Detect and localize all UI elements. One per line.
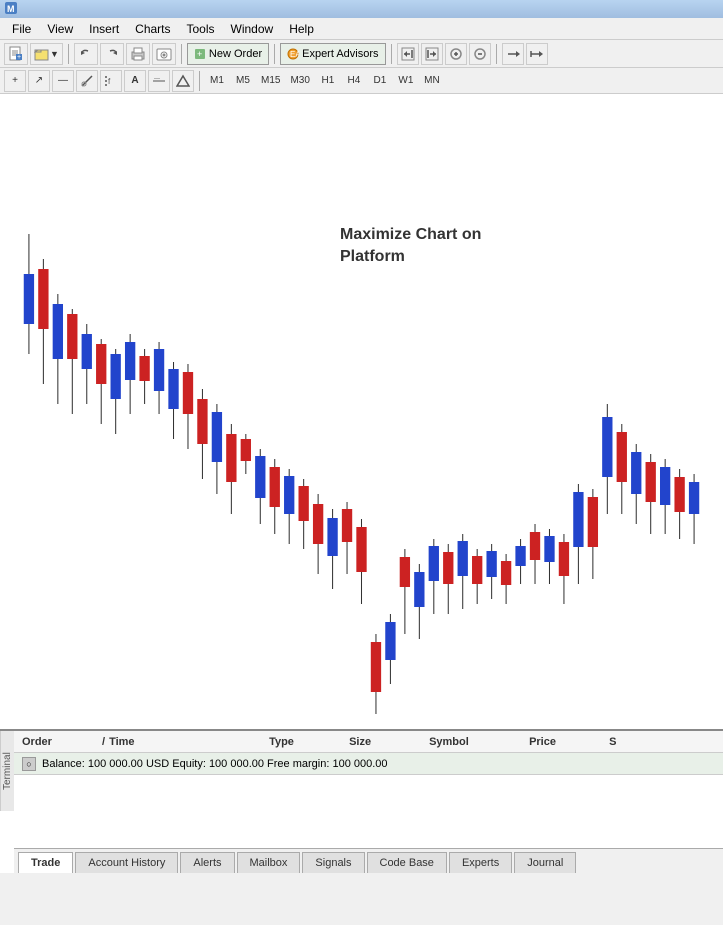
undo-button[interactable] xyxy=(74,43,98,65)
scroll-right-button[interactable] xyxy=(421,43,443,65)
tab-account-history[interactable]: Account History xyxy=(75,852,178,873)
col-s: S xyxy=(609,736,649,748)
print-button[interactable] xyxy=(126,43,150,65)
line-button[interactable]: — xyxy=(52,70,74,92)
toolbar-drawing: + ↗ — f A --- M1 M5 M15 M30 H1 H4 D1 W1 … xyxy=(0,68,723,94)
menu-tools[interactable]: Tools xyxy=(179,20,223,38)
tf-m15[interactable]: M15 xyxy=(257,71,284,91)
tab-code-base[interactable]: Code Base xyxy=(367,852,447,873)
tf-m30[interactable]: M30 xyxy=(286,71,313,91)
tf-h1[interactable]: H1 xyxy=(316,71,340,91)
menu-view[interactable]: View xyxy=(39,20,81,38)
col-slash: / xyxy=(102,736,105,748)
col-type: Type xyxy=(269,736,349,748)
tab-trade[interactable]: Trade xyxy=(18,852,73,873)
tf-h4[interactable]: H4 xyxy=(342,71,366,91)
col-time: Time xyxy=(109,736,269,748)
tf-m1[interactable]: M1 xyxy=(205,71,229,91)
tab-experts[interactable]: Experts xyxy=(449,852,512,873)
col-symbol: Symbol xyxy=(429,736,529,748)
expert-advisors-label: Expert Advisors xyxy=(302,48,378,60)
svg-text:EA: EA xyxy=(290,50,299,59)
menu-insert[interactable]: Insert xyxy=(81,20,127,38)
tf-mn[interactable]: MN xyxy=(420,71,444,91)
app-icon: M xyxy=(4,1,18,18)
toolbar-main: + ▼ xyxy=(0,40,723,68)
svg-text:f: f xyxy=(108,77,111,86)
terminal-panel: Terminal Order / Time Type Size Symbol P… xyxy=(0,729,723,873)
chart-forward-button[interactable] xyxy=(502,43,524,65)
bottom-tabs: Trade Account History Alerts Mailbox Sig… xyxy=(14,848,723,873)
chart-area: Maximize Chart on Platform xyxy=(0,94,723,729)
period-sep-button[interactable]: f xyxy=(100,70,122,92)
col-order: Order xyxy=(22,736,102,748)
terminal-columns: Order / Time Type Size Symbol Price S xyxy=(14,731,723,753)
chart-end-button[interactable] xyxy=(526,43,548,65)
tab-journal[interactable]: Journal xyxy=(514,852,576,873)
menu-charts[interactable]: Charts xyxy=(127,20,178,38)
balance-row: ○ Balance: 100 000.00 USD Equity: 100 00… xyxy=(14,753,723,775)
arrow-button[interactable]: ↗ xyxy=(28,70,50,92)
candlestick-chart[interactable] xyxy=(0,94,723,729)
terminal-body xyxy=(14,775,723,848)
tab-signals[interactable]: Signals xyxy=(302,852,364,873)
menu-window[interactable]: Window xyxy=(223,20,282,38)
open-button[interactable]: ▼ xyxy=(30,43,63,65)
expert-advisors-button[interactable]: EA Expert Advisors xyxy=(280,43,385,65)
svg-text:---: --- xyxy=(154,76,160,82)
new-chart-button[interactable]: + xyxy=(4,43,28,65)
svg-text:M: M xyxy=(7,4,15,14)
col-size: Size xyxy=(349,736,429,748)
tf-m5[interactable]: M5 xyxy=(231,71,255,91)
svg-text:+: + xyxy=(197,49,202,59)
tf-w1[interactable]: W1 xyxy=(394,71,418,91)
title-bar: M xyxy=(0,0,723,18)
col-price: Price xyxy=(529,736,609,748)
more-tools-button[interactable] xyxy=(172,70,194,92)
tab-mailbox[interactable]: Mailbox xyxy=(237,852,301,873)
menu-file[interactable]: File xyxy=(4,20,39,38)
new-order-label: New Order xyxy=(209,48,262,60)
redo-button[interactable] xyxy=(100,43,124,65)
terminal-close-button[interactable]: ○ xyxy=(22,757,36,771)
new-order-button[interactable]: + New Order xyxy=(187,43,269,65)
screenshot-button[interactable] xyxy=(152,43,176,65)
crosshair-button[interactable]: + xyxy=(4,70,26,92)
menu-bar: File View Insert Charts Tools Window Hel… xyxy=(0,18,723,40)
scroll-left-button[interactable] xyxy=(397,43,419,65)
menu-help[interactable]: Help xyxy=(281,20,322,38)
terminal-side-label: Terminal xyxy=(0,731,14,811)
zoom-out-button[interactable] xyxy=(469,43,491,65)
text-button[interactable]: A xyxy=(124,70,146,92)
tf-d1[interactable]: D1 xyxy=(368,71,392,91)
balance-text: Balance: 100 000.00 USD Equity: 100 000.… xyxy=(42,758,388,770)
svg-text:+: + xyxy=(17,54,21,61)
tab-alerts[interactable]: Alerts xyxy=(180,852,234,873)
draw-button[interactable] xyxy=(76,70,98,92)
price-level-button[interactable]: --- xyxy=(148,70,170,92)
chart-label: Maximize Chart on Platform xyxy=(340,224,481,269)
zoom-in-button[interactable] xyxy=(445,43,467,65)
